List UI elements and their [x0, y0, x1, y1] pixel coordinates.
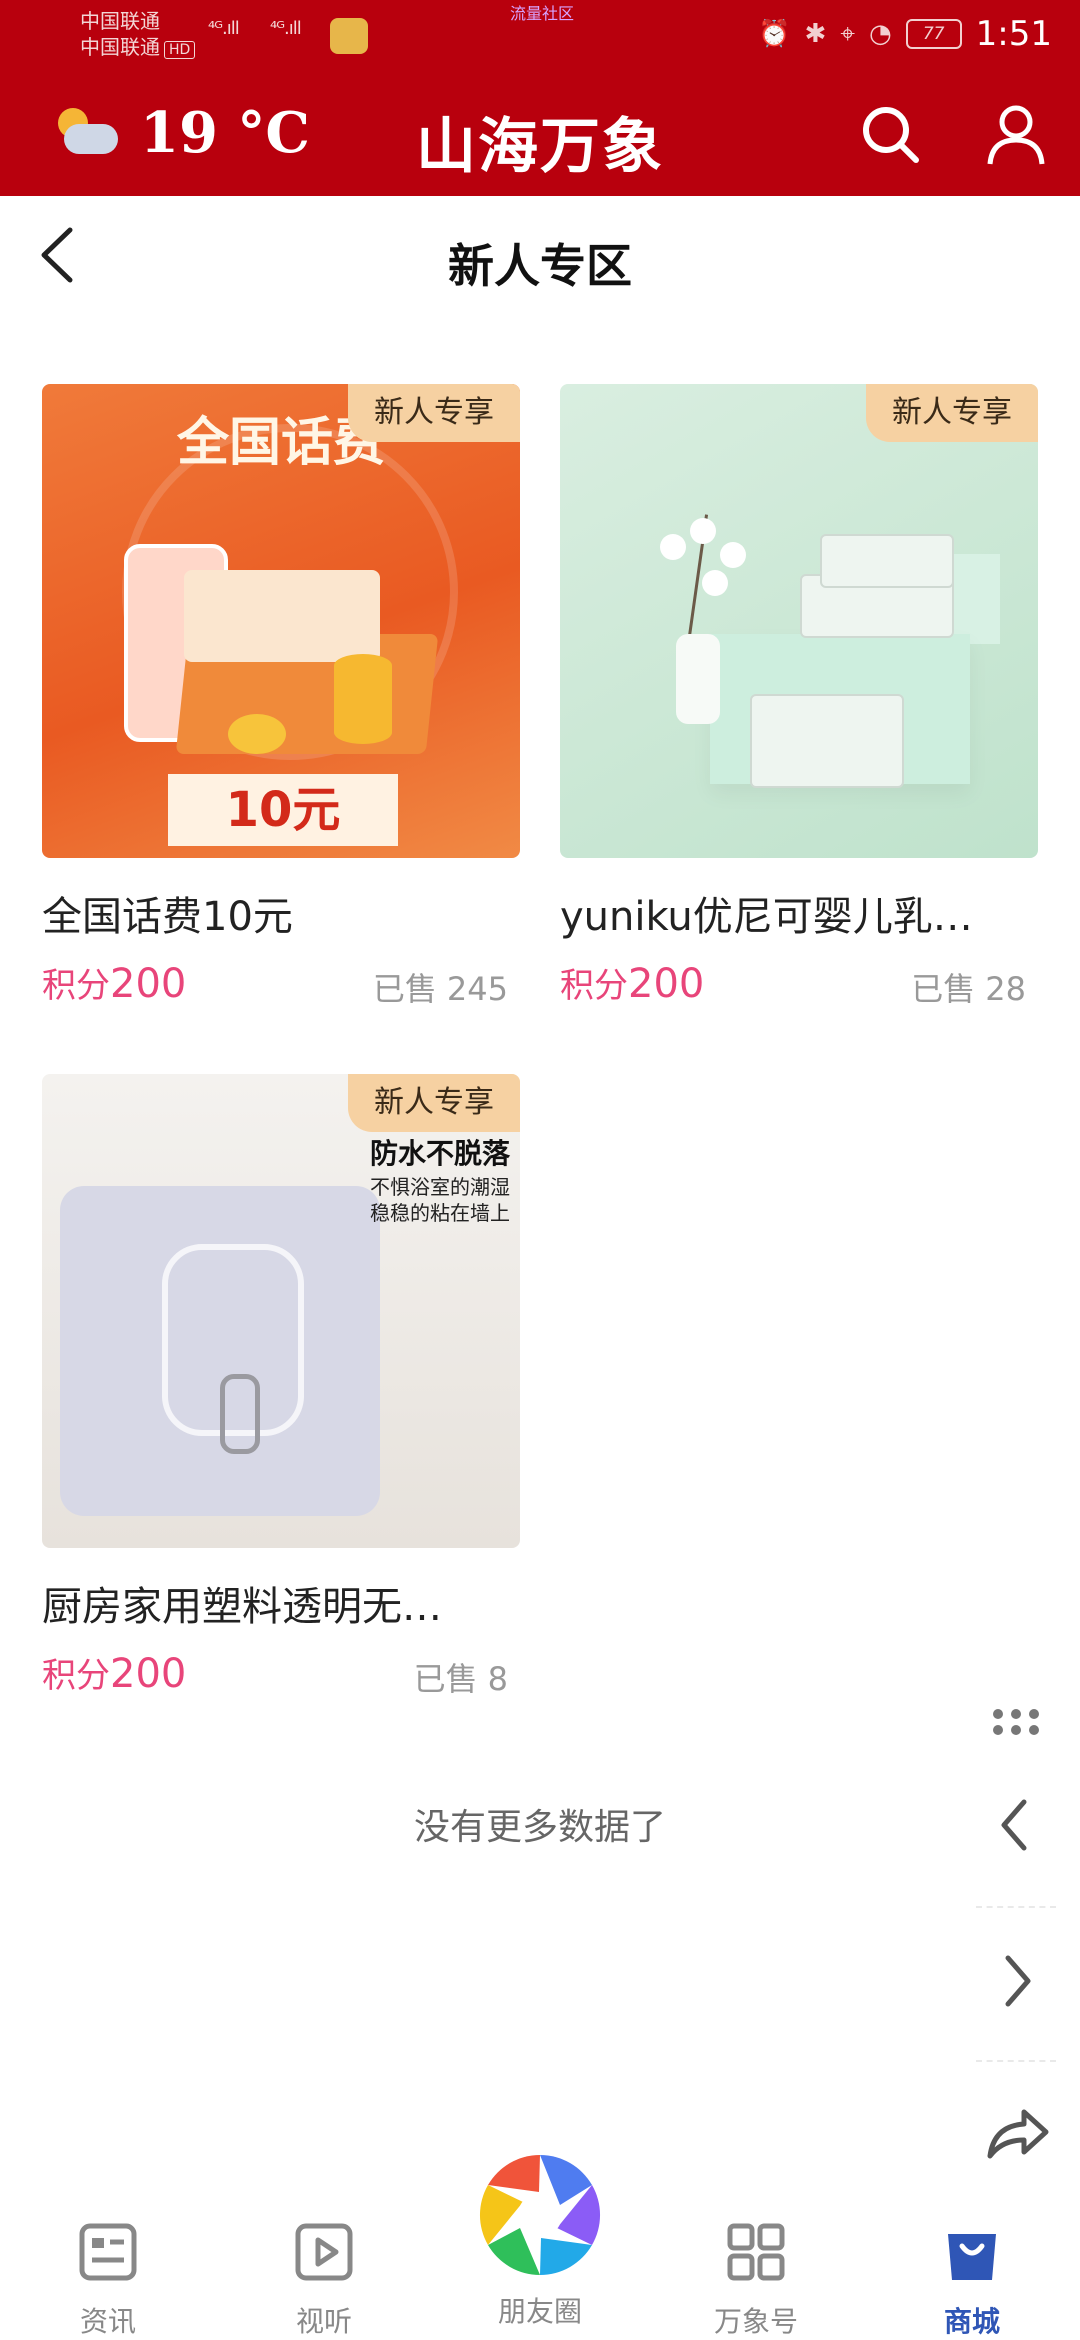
product-name[interactable]: 厨房家用塑料透明无…	[42, 1574, 520, 1632]
list-end-message: 没有更多数据了	[413, 1807, 666, 1848]
next-arrow-icon[interactable]	[976, 1936, 1056, 2026]
product-price: 积分200	[560, 961, 705, 1007]
product-price: 积分200	[42, 1651, 187, 1697]
carrier-1: 中国联通	[80, 9, 160, 33]
hd-badge: HD	[164, 41, 196, 59]
tab-mall[interactable]: 商城	[902, 2220, 1042, 2340]
clock: 1:51	[975, 14, 1052, 54]
divider	[976, 1906, 1056, 1908]
location-icon: ⌖	[840, 18, 855, 49]
tab-label: 资讯	[79, 2305, 136, 2338]
product-image[interactable]: 新人专享	[560, 384, 1038, 858]
news-icon	[79, 2223, 137, 2281]
camera-aperture-icon	[479, 2155, 601, 2275]
previous-arrow-icon[interactable]	[976, 1780, 1056, 1870]
page-navbar: 新人专区	[0, 196, 1080, 326]
tab-label: 视听	[295, 2305, 352, 2338]
product-card-phone-credit[interactable]: 全国话费 10元 新人专享 全国话费10元 积分200 已售 245	[42, 384, 520, 1024]
tab-moments[interactable]: 朋友圈	[470, 2150, 610, 2330]
bluetooth-icon: ✱	[804, 19, 827, 49]
product-name[interactable]: yuniku优尼可婴儿乳…	[560, 884, 1038, 942]
status-right: ⏰ ✱ ⌖ ◔ 77 1:51	[758, 14, 1052, 54]
play-icon	[295, 2223, 353, 2281]
tab-label: 朋友圈	[497, 2295, 582, 2328]
battery-icon: 77	[905, 19, 962, 49]
tab-audio-video[interactable]: 视听	[254, 2220, 394, 2340]
speedometer-icon: ◔	[868, 19, 892, 49]
divider	[976, 2060, 1056, 2062]
alarm-icon: ⏰	[758, 19, 791, 49]
user-profile-icon[interactable]	[984, 102, 1048, 166]
tab-label: 万象号	[713, 2305, 798, 2338]
tab-wanxiang-account[interactable]: 万象号	[686, 2220, 826, 2340]
page-title: 新人专区	[448, 239, 632, 293]
newcomer-badge: 新人专享	[348, 1074, 520, 1132]
more-dots-icon[interactable]	[976, 1680, 1056, 1760]
grid-icon	[727, 2223, 785, 2281]
product-image[interactable]: 防水不脱落 不惧浴室的潮湿 稳稳的粘在墙上 新人专享	[42, 1074, 520, 1548]
product-image[interactable]: 全国话费 10元 新人专享	[42, 384, 520, 858]
sold-count: 已售 28	[911, 970, 1026, 1008]
notification-app-icon	[330, 18, 368, 54]
image-title: 防水不脱落	[369, 1137, 510, 1170]
search-icon[interactable]	[858, 102, 922, 166]
product-price: 积分200	[42, 961, 187, 1007]
carrier-2: 中国联通	[80, 35, 160, 59]
tab-label: 商城	[943, 2305, 1000, 2338]
carrier-info: 中国联通 中国联通 HD	[80, 8, 196, 63]
status-bar: 中国联通 中国联通 HD ⁴ᴳ.ıll ⁴ᴳ.ıll 流量社区 ⏰ ✱ ⌖ ◔ 7…	[0, 0, 1080, 72]
top-header: 中国联通 中国联通 HD ⁴ᴳ.ıll ⁴ᴳ.ıll 流量社区 ⏰ ✱ ⌖ ◔ 7…	[0, 0, 1080, 196]
image-subtitle: 不惧浴室的潮湿 稳稳的粘在墙上	[370, 1175, 510, 1225]
tab-news[interactable]: 资讯	[38, 2220, 178, 2340]
share-icon[interactable]	[976, 2090, 1056, 2180]
newcomer-badge: 新人专享	[348, 384, 520, 442]
product-card-yuniku-tissue[interactable]: 新人专享 yuniku优尼可婴儿乳… 积分200 已售 28	[560, 384, 1038, 1024]
app-bar: 19 °C 山海万象	[0, 80, 1080, 196]
sold-count: 已售 8	[413, 1660, 508, 1698]
product-name[interactable]: 全国话费10元	[42, 884, 520, 942]
shopping-bag-icon	[948, 2234, 996, 2280]
sold-count: 已售 245	[372, 970, 508, 1008]
product-card-wall-hook[interactable]: 防水不脱落 不惧浴室的潮湿 稳稳的粘在墙上 新人专享 厨房家用塑料透明无… 积分…	[42, 1074, 520, 1714]
status-center-text: 流量社区	[510, 4, 575, 23]
image-price-tag: 10元	[168, 774, 398, 846]
newcomer-badge: 新人专享	[866, 384, 1038, 442]
signal-1-icon: ⁴ᴳ.ıll	[208, 18, 240, 39]
signal-2-icon: ⁴ᴳ.ıll	[270, 18, 302, 39]
